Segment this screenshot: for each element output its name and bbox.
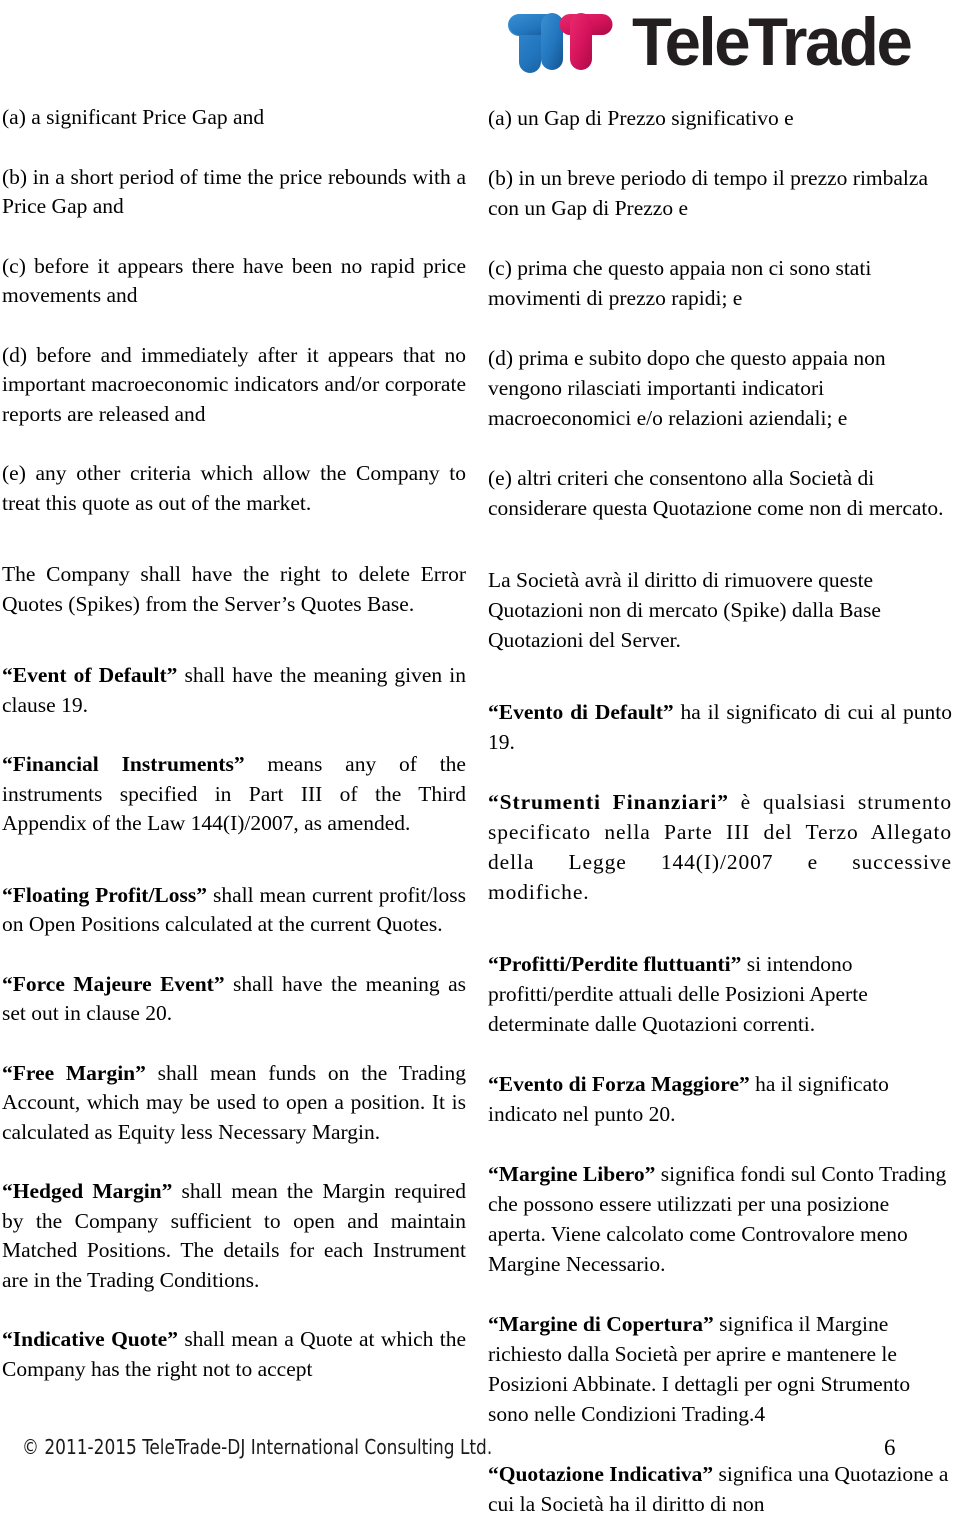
page-footer: © 2011-2015 TeleTrade-DJ International C… — [0, 1428, 960, 1462]
definition-strumenti-finanziari: “Strumenti Finanziari” è qualsiasi strum… — [488, 787, 952, 907]
definition-evento-di-default: “Evento di Default” ha il significato di… — [488, 697, 952, 757]
list-item: (a) a significant Price Gap and — [2, 105, 265, 129]
definition-evento-di-forza-maggiore: “Evento di Forza Maggiore” ha il signifi… — [488, 1069, 952, 1129]
column-italian: (a) un Gap di Prezzo significativo e (b)… — [488, 103, 952, 1537]
definition-term: “Profitti/Perdite fluttuanti” — [488, 952, 742, 976]
list-item: (c) prima che questo appaia non ci sono … — [488, 256, 872, 310]
paragraph-delete-error-quotes: La Società avrà il diritto di rimuovere … — [488, 568, 881, 652]
definition-financial-instruments: “Financial Instruments” means any of the… — [2, 750, 466, 839]
definition-profitti-perdite-fluttuanti: “Profitti/Perdite fluttuanti” si intendo… — [488, 949, 952, 1039]
definition-term: “Event of Default” — [2, 663, 178, 687]
definition-term: “Hedged Margin” — [2, 1179, 173, 1203]
definition-term: “Strumenti Finanziari” — [488, 790, 729, 814]
page-header: TeleTrade — [0, 0, 960, 100]
teletrade-wordmark: TeleTrade — [632, 4, 913, 80]
list-item: (a) un Gap di Prezzo significativo e — [488, 106, 794, 130]
definition-indicative-quote: “Indicative Quote” shall mean a Quote at… — [2, 1325, 466, 1384]
definition-term: “Quotazione Indicativa” — [488, 1462, 714, 1486]
definition-term: “Evento di Default” — [488, 700, 674, 724]
paragraph-delete-error-quotes: The Company shall have the right to dele… — [2, 562, 466, 616]
definition-force-majeure-event: “Force Majeure Event” shall have the mea… — [2, 970, 466, 1029]
definition-margine-di-copertura: “Margine di Copertura” significa il Marg… — [488, 1309, 952, 1429]
definition-term: “Force Majeure Event” — [2, 971, 225, 996]
definition-margine-libero: “Margine Libero” significa fondi sul Con… — [488, 1159, 952, 1279]
definition-floating-profit-loss: “Floating Profit/Loss” shall mean curren… — [2, 881, 466, 940]
list-item: (c) before it appears there have been no… — [2, 253, 466, 308]
list-item: (e) altri criteri che consentono alla So… — [488, 466, 944, 520]
definition-quotazione-indicativa: “Quotazione Indicativa” significa una Qu… — [488, 1459, 952, 1519]
column-english: (a) a significant Price Gap and (b) in a… — [2, 103, 466, 1402]
page-number: 6 — [884, 1435, 896, 1460]
definition-term: “Indicative Quote” — [2, 1327, 178, 1351]
list-item: (d) before and immediately after it appe… — [2, 342, 466, 426]
definition-term: “Margine Libero” — [488, 1162, 656, 1186]
list-item: (d) prima e subito dopo che questo appai… — [488, 346, 886, 430]
definition-term: “Evento di Forza Maggiore” — [488, 1072, 750, 1096]
list-item: (b) in a short period of time the price … — [2, 164, 466, 219]
definition-term: “Floating Profit/Loss” — [2, 882, 208, 907]
definition-term: “Free Margin” — [2, 1060, 146, 1085]
definition-term: “Financial Instruments” — [2, 752, 245, 776]
teletrade-double-t-mark-icon — [508, 11, 626, 73]
teletrade-logo: TeleTrade — [508, 4, 922, 80]
definition-hedged-margin: “Hedged Margin” shall mean the Margin re… — [2, 1177, 466, 1295]
copyright-notice: © 2011-2015 TeleTrade-DJ International C… — [22, 1435, 493, 1459]
definition-free-margin: “Free Margin” shall mean funds on the Tr… — [2, 1059, 466, 1148]
definition-event-of-default: “Event of Default” shall have the meanin… — [2, 661, 466, 720]
list-item: (e) any other criteria which allow the C… — [2, 461, 466, 515]
list-item: (b) in un breve periodo di tempo il prez… — [488, 166, 928, 220]
definition-term: “Margine di Copertura” — [488, 1312, 714, 1336]
